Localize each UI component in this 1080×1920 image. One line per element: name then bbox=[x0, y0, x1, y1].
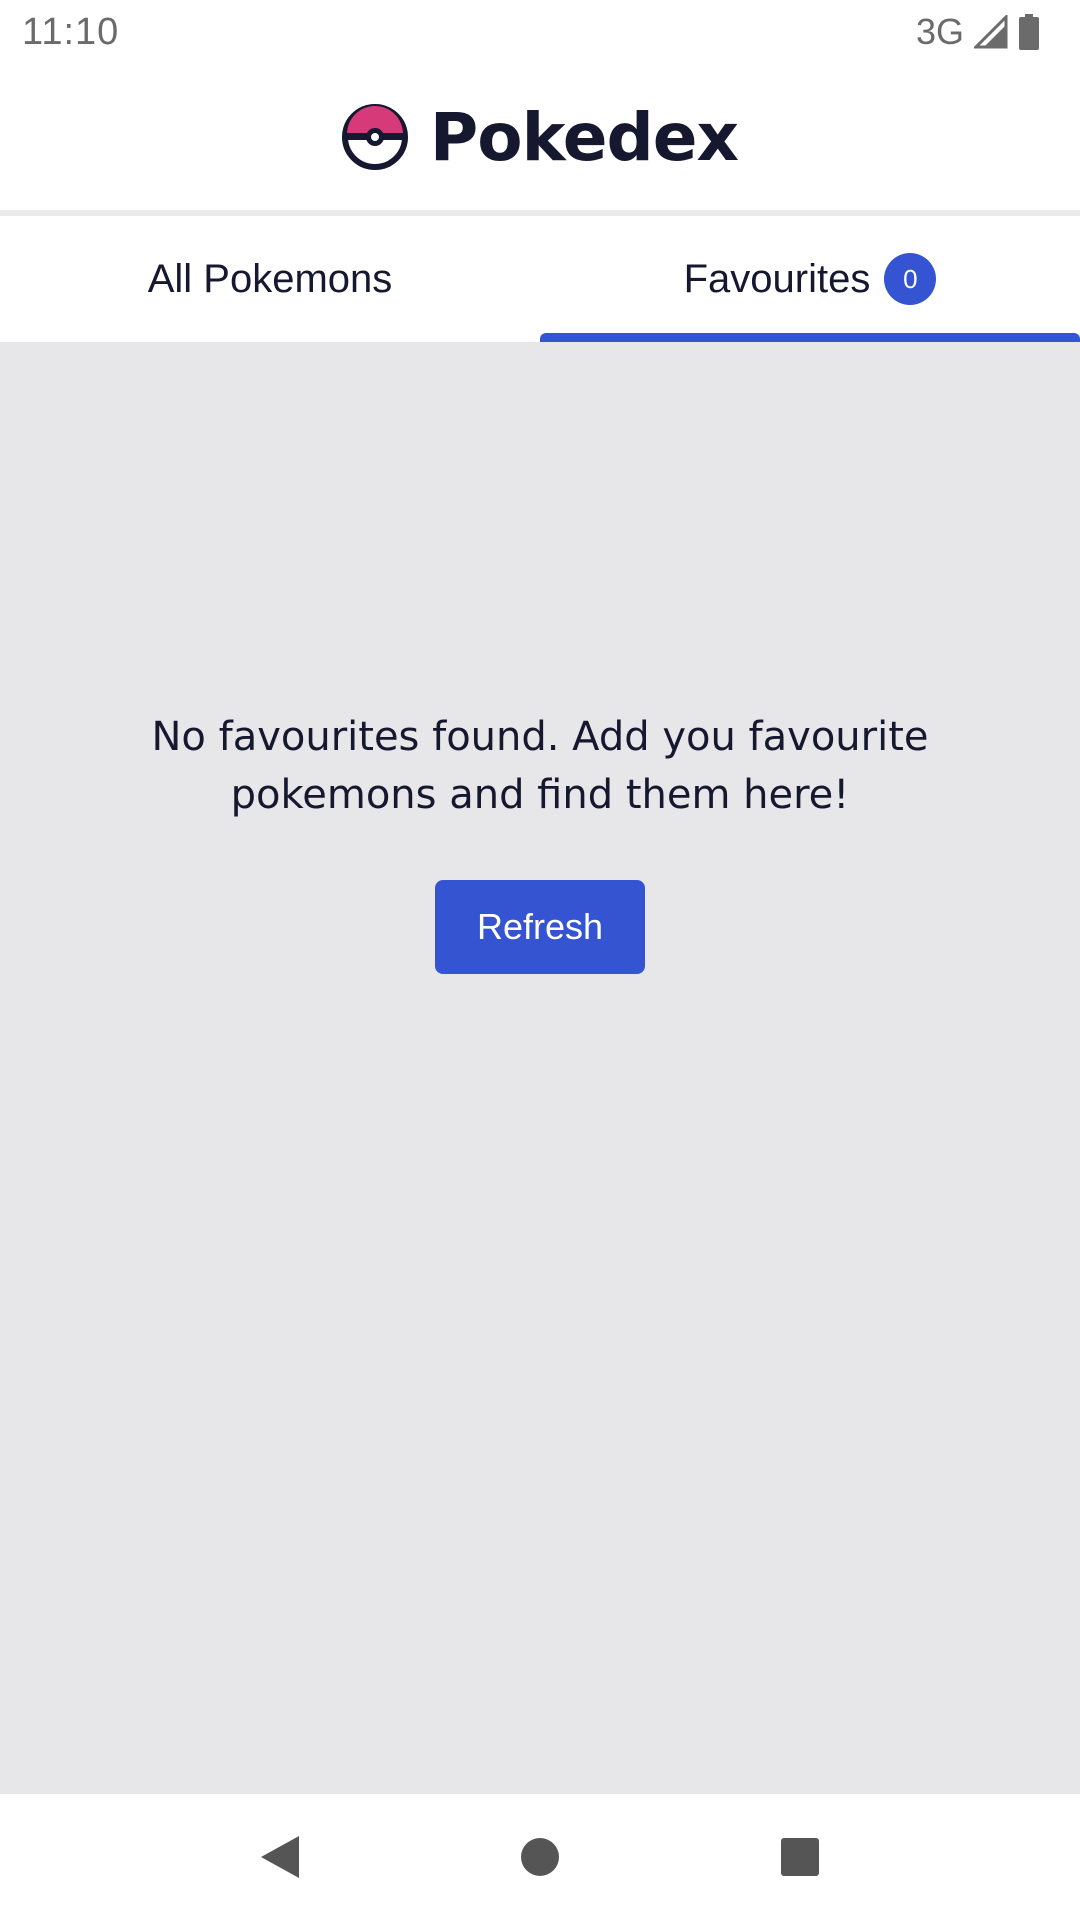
signal-icon bbox=[974, 15, 1008, 49]
tab-all-pokemons[interactable]: All Pokemons bbox=[0, 216, 540, 342]
tab-label: Favourites bbox=[683, 256, 871, 301]
system-nav-bar bbox=[0, 1794, 1080, 1920]
empty-state-message: No favourites found. Add you favourite p… bbox=[151, 714, 929, 818]
screen: 11:10 3G Pokedex All Pokemons Favourites… bbox=[0, 0, 1080, 1920]
status-icons: 3G bbox=[916, 11, 1040, 53]
pokeball-icon bbox=[341, 104, 408, 170]
active-tab-indicator bbox=[540, 333, 1080, 342]
status-bar: 11:10 3G bbox=[0, 0, 1080, 64]
status-time: 11:10 bbox=[22, 10, 120, 53]
tab-favourites[interactable]: Favourites 0 bbox=[540, 216, 1080, 342]
back-icon bbox=[261, 1836, 299, 1878]
tab-bar: All Pokemons Favourites 0 bbox=[0, 216, 1080, 342]
recents-icon bbox=[781, 1838, 819, 1876]
back-button[interactable] bbox=[240, 1817, 320, 1897]
refresh-button[interactable]: Refresh bbox=[435, 880, 645, 974]
battery-icon bbox=[1019, 14, 1039, 50]
home-icon bbox=[521, 1838, 559, 1876]
app-header: Pokedex bbox=[0, 64, 1080, 210]
network-type: 3G bbox=[915, 11, 964, 52]
app-title: Pokedex bbox=[429, 98, 739, 176]
favourites-content: No favourites found. Add you favourite p… bbox=[0, 342, 1080, 1794]
home-button[interactable] bbox=[500, 1817, 580, 1897]
tab-label: All Pokemons bbox=[147, 256, 393, 301]
recents-button[interactable] bbox=[760, 1817, 840, 1897]
favourites-count-badge: 0 bbox=[884, 253, 937, 305]
